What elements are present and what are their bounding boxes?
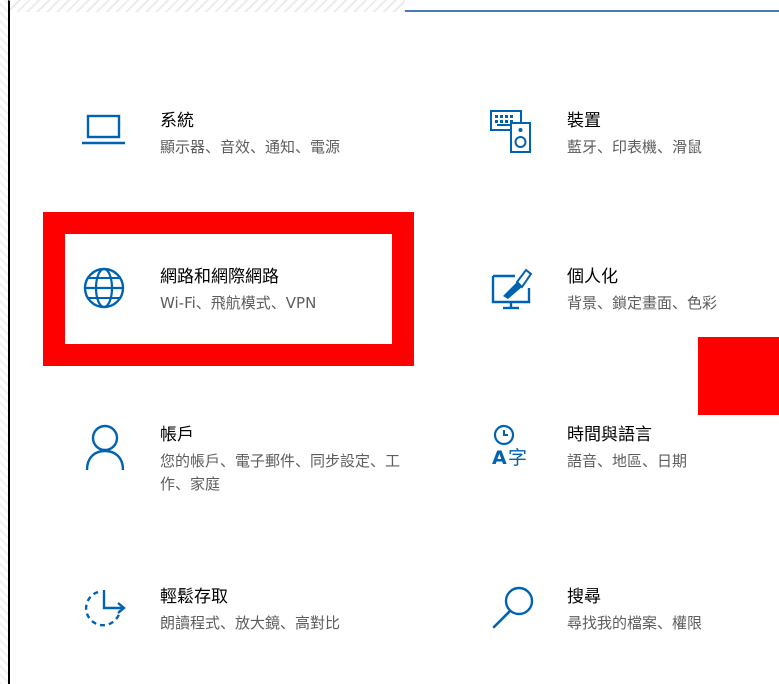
tile-title: 搜尋 xyxy=(567,587,601,607)
tile-title: 時間與語言 xyxy=(567,425,652,445)
time-language-icon: A 字 xyxy=(489,424,539,474)
paintbrush-monitor-icon xyxy=(489,266,539,316)
tile-title: 裝置 xyxy=(567,111,601,131)
search-icon xyxy=(489,586,539,636)
tile-description: 顯示器、音效、通知、電源 xyxy=(160,138,341,156)
person-icon xyxy=(82,424,132,474)
search-box-edge xyxy=(405,0,779,12)
tile-description: 尋找我的檔案、權限 xyxy=(567,614,703,632)
ease-of-access-icon xyxy=(82,586,132,636)
tile-title: 輕鬆存取 xyxy=(160,587,228,607)
svg-text:字: 字 xyxy=(508,447,527,469)
laptop-icon xyxy=(82,110,132,160)
tile-description: 背景、鎖定畫面、色彩 xyxy=(567,294,718,312)
top-hatch-strip xyxy=(10,0,405,12)
keyboard-speaker-icon xyxy=(489,110,539,160)
tile-title: 帳戶 xyxy=(160,425,194,445)
highlight-annotation-box xyxy=(43,212,414,366)
tile-description: 朗讀程式、放大鏡、高對比 xyxy=(160,614,341,632)
svg-text:A: A xyxy=(492,447,507,469)
red-annotation-block xyxy=(698,337,779,415)
hatch-margin xyxy=(0,0,8,684)
tile-description: 藍牙、印表機、滑鼠 xyxy=(567,138,703,156)
tile-description: 語音、地區、日期 xyxy=(567,452,688,470)
tile-title: 個人化 xyxy=(567,267,618,287)
tile-title: 系統 xyxy=(160,111,194,131)
tile-description: 您的帳戶、電子郵件、同步設定、工作、家庭 xyxy=(160,452,401,493)
